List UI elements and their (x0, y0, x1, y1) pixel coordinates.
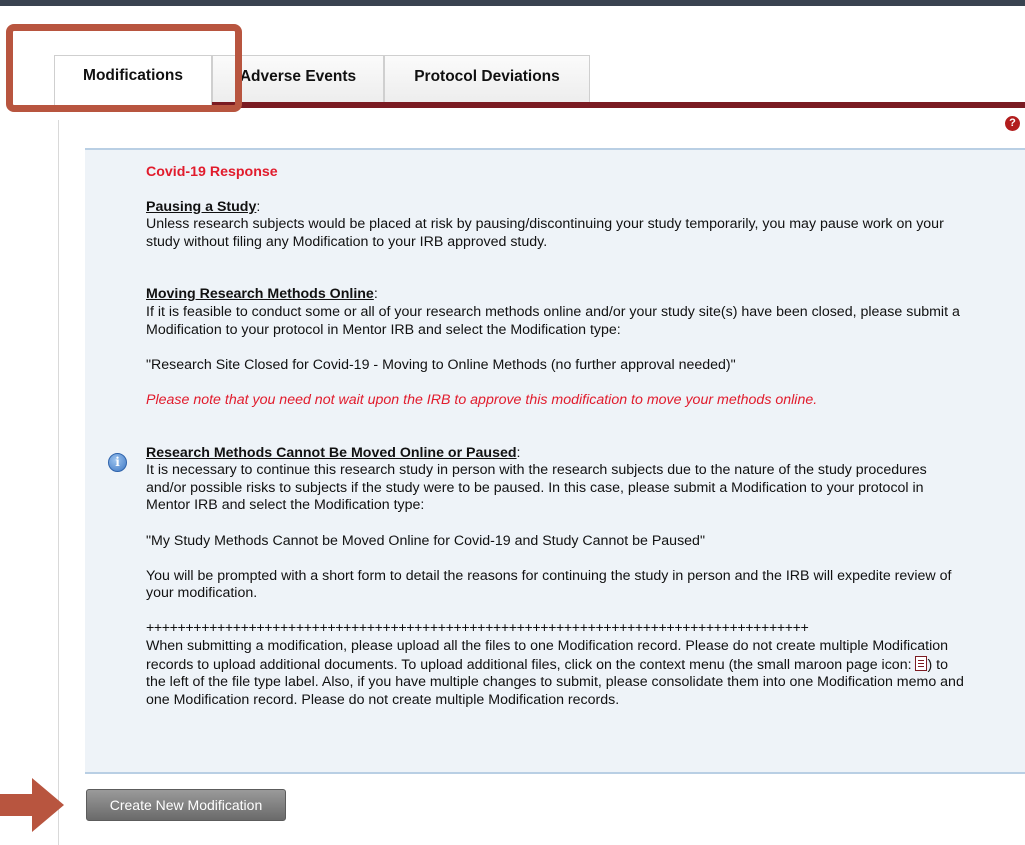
pausing-section: Pausing a Study: (146, 198, 261, 215)
pausing-heading: Pausing a Study (146, 198, 257, 215)
moving-note: Please note that you need not wait upon … (146, 391, 818, 408)
cannot-section: Research Methods Cannot Be Moved Online … (146, 444, 521, 461)
moving-text: If it is feasible to conduct some or all… (146, 303, 960, 338)
arrow-icon (0, 778, 64, 832)
tab-underline (212, 102, 1025, 108)
upload-text-1: When submitting a modification, please u… (146, 638, 949, 673)
separator-line: ++++++++++++++++++++++++++++++++++++++++… (146, 620, 809, 637)
moving-section: Moving Research Methods Online: (146, 286, 378, 303)
notice-body: Covid-19 Response Pausing a Study: Unles… (146, 164, 966, 709)
tab-bar: Modifications Adverse Events Protocol De… (54, 55, 590, 107)
help-icon[interactable]: ? (1005, 116, 1020, 131)
tab-adverse-events[interactable]: Adverse Events (212, 55, 384, 105)
covid-notice-panel: i Covid-19 Response Pausing a Study: Unl… (85, 148, 1025, 774)
cannot-heading: Research Methods Cannot Be Moved Online … (146, 444, 517, 461)
cannot-modification-type: "My Study Methods Cannot be Moved Online… (146, 532, 705, 549)
moving-modification-type: "Research Site Closed for Covid-19 - Mov… (146, 356, 736, 373)
content-edge-line (58, 120, 59, 845)
info-icon: i (108, 453, 127, 472)
notice-title: Covid-19 Response (146, 164, 278, 180)
moving-heading: Moving Research Methods Online (146, 286, 374, 303)
page-icon (915, 655, 928, 671)
tab-modifications[interactable]: Modifications (54, 55, 212, 107)
pausing-text: Unless research subjects would be placed… (146, 216, 944, 250)
cannot-text: It is necessary to continue this researc… (146, 462, 927, 514)
top-bar (0, 0, 1025, 6)
upload-instructions: When submitting a modification, please u… (146, 638, 966, 709)
tab-protocol-deviations[interactable]: Protocol Deviations (384, 55, 590, 105)
prompted-text: You will be prompted with a short form t… (146, 567, 952, 602)
create-new-modification-button[interactable]: Create New Modification (86, 789, 286, 821)
